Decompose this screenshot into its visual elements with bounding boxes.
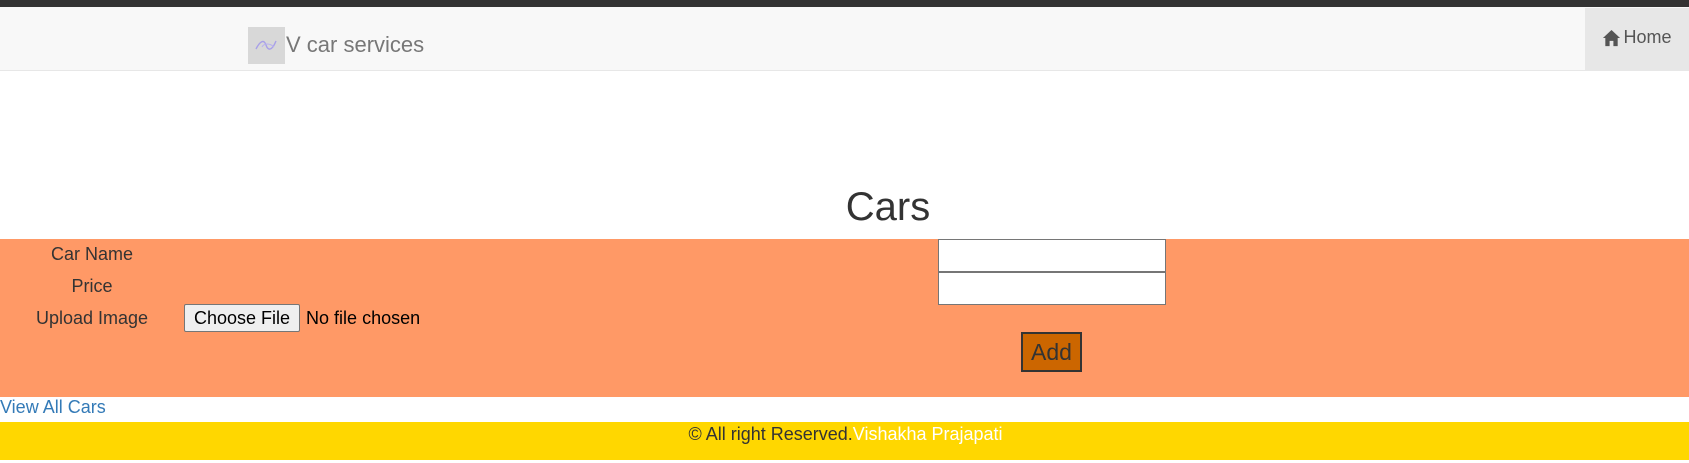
footer: © All right Reserved.Vishakha Prajapati (0, 422, 1689, 460)
file-status-text: No file chosen (306, 307, 421, 328)
brand-name: V car services (286, 32, 425, 57)
nav-home-link[interactable]: Home (1585, 8, 1689, 71)
car-name-input[interactable] (938, 239, 1166, 272)
file-upload: Choose File No file chosen (184, 304, 420, 332)
add-button[interactable]: Add (1021, 332, 1082, 372)
choose-file-button[interactable]: Choose File (184, 304, 301, 332)
author-link[interactable]: Vishakha Prajapati (853, 424, 1003, 444)
home-icon (1603, 29, 1621, 46)
price-label: Price (71, 276, 113, 296)
browser-top-bar (0, 0, 1689, 7)
brand-logo-icon (248, 26, 285, 64)
add-car-form: Car Name Price Upload Image Choose File … (0, 239, 1689, 397)
car-name-label: Car Name (50, 244, 134, 264)
brand-link[interactable]: V car services (248, 26, 424, 64)
price-input[interactable] (938, 272, 1166, 305)
navbar: V car services Home (0, 7, 1689, 71)
page-title: Cars (845, 185, 931, 229)
view-all-cars-link[interactable]: View All Cars (0, 397, 106, 418)
copyright-text: © All right Reserved. (688, 424, 853, 444)
nav-home-label: Home (1623, 26, 1672, 47)
upload-image-label: Upload Image (35, 308, 149, 328)
